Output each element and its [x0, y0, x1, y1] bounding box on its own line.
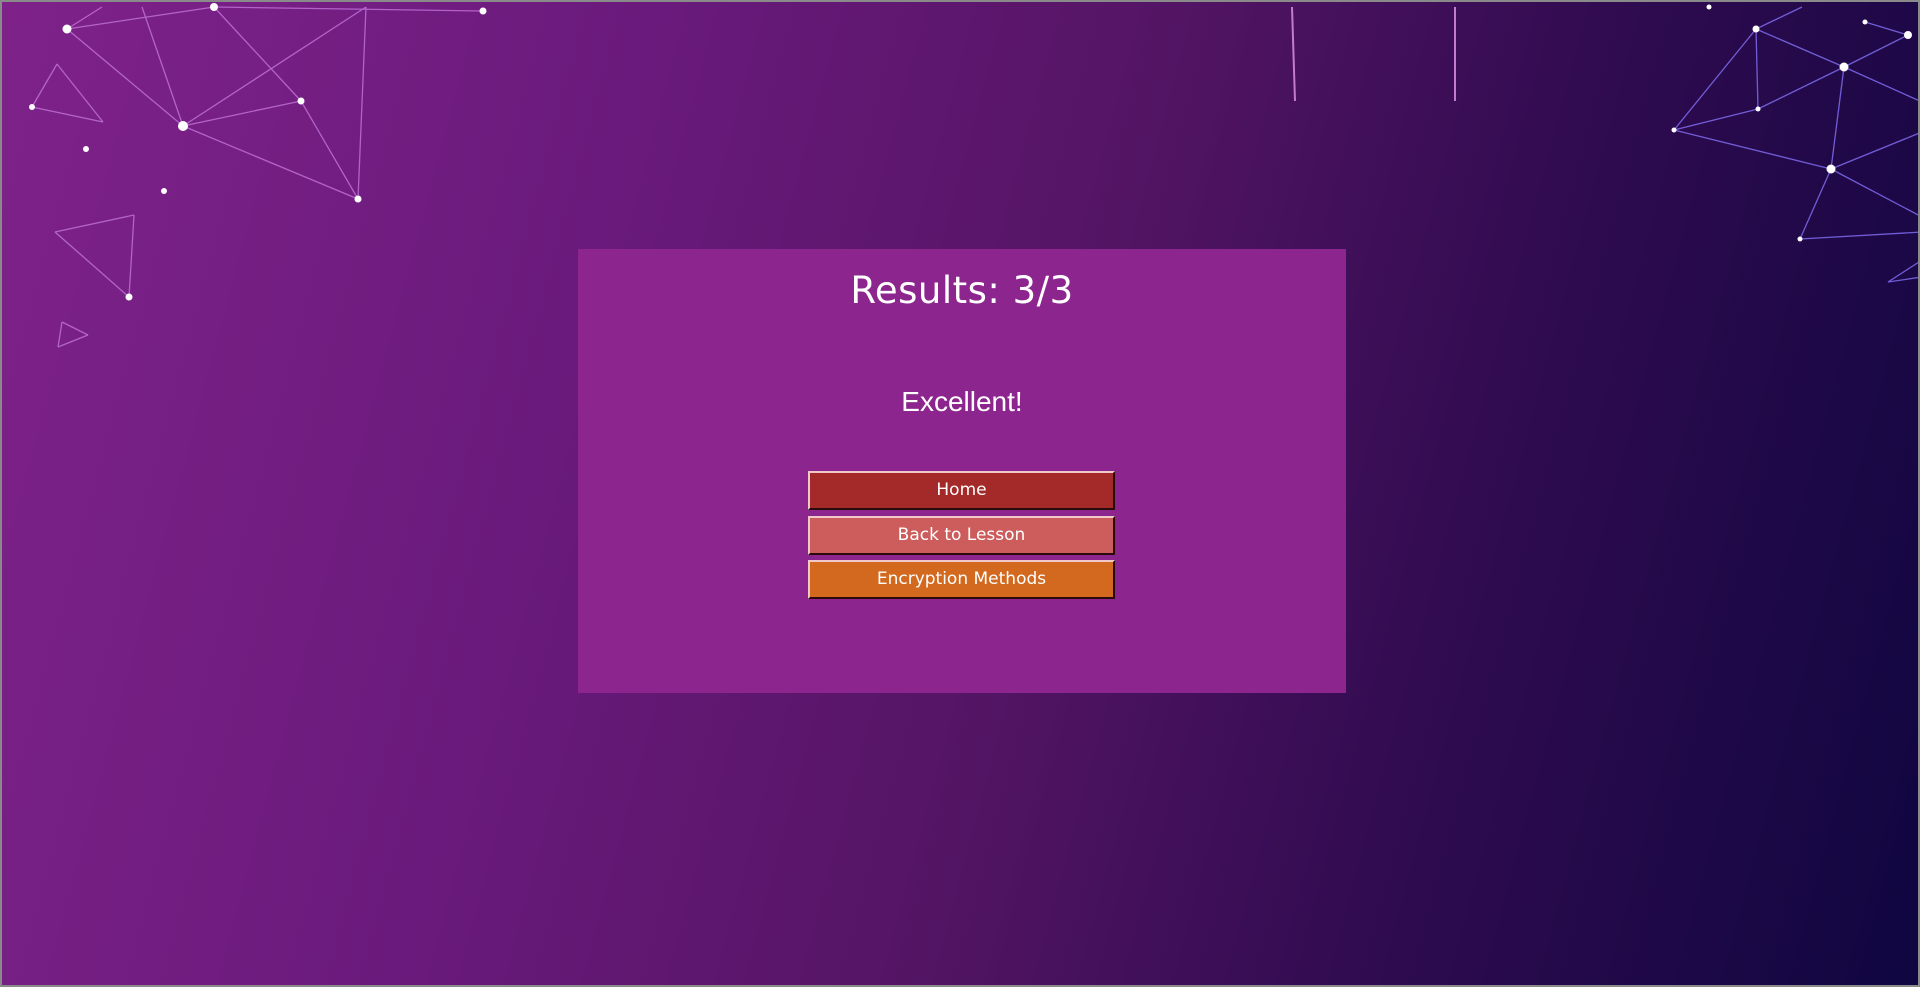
result-message: Excellent!: [901, 386, 1023, 417]
results-panel: Results: 3/3 Excellent! Home Back to Les…: [578, 249, 1346, 693]
app-window: Results: 3/3 Excellent! Home Back to Les…: [0, 0, 1920, 987]
results-score-title: Results: 3/3: [850, 269, 1074, 312]
encryption-methods-button[interactable]: Encryption Methods: [808, 560, 1115, 599]
home-button[interactable]: Home: [808, 471, 1115, 510]
back-to-lesson-button[interactable]: Back to Lesson: [808, 516, 1115, 555]
